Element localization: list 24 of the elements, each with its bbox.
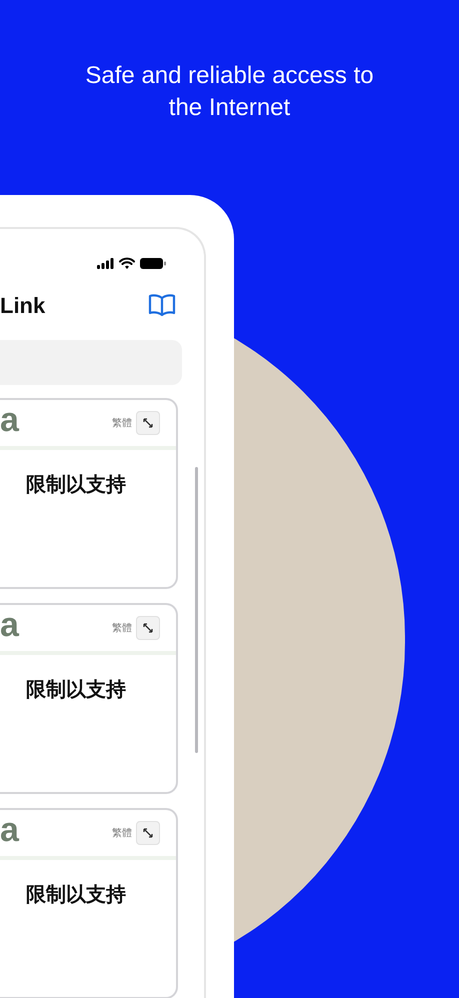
article-title: 限制以支持 xyxy=(25,678,127,703)
battery-icon xyxy=(140,258,166,268)
language-label[interactable]: 繁體 xyxy=(112,826,132,840)
article-card[interactable]: a 繁體 限制以支持 xyxy=(0,398,178,589)
expand-icon xyxy=(142,417,154,429)
logo: a xyxy=(0,813,19,847)
book-icon[interactable] xyxy=(148,293,176,317)
article-title: 限制以支持 xyxy=(25,883,127,908)
signal-icon xyxy=(97,258,114,268)
language-label[interactable]: 繁體 xyxy=(112,620,132,636)
wifi-icon xyxy=(119,257,135,269)
language-label[interactable]: 繁體 xyxy=(112,416,132,430)
headline: Safe and reliable access to the Internet xyxy=(84,61,375,123)
logo: a xyxy=(0,608,19,642)
expand-button[interactable] xyxy=(136,821,160,845)
article-card[interactable]: a 繁體 限制以支持 xyxy=(0,603,178,794)
logo: a xyxy=(0,403,19,437)
expand-icon xyxy=(142,827,154,839)
article-title: 限制以支持 xyxy=(25,473,127,498)
app-title: Link xyxy=(0,292,46,320)
expand-button[interactable] xyxy=(136,411,160,435)
expand-button[interactable] xyxy=(136,616,160,640)
article-card[interactable]: a 繁體 限制以支持 xyxy=(0,808,178,998)
expand-icon xyxy=(142,622,154,634)
